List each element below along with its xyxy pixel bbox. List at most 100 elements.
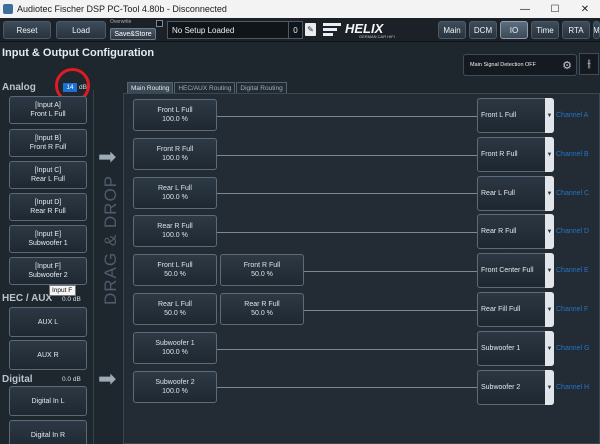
equalizer-icon[interactable]: ⫲ [579, 53, 599, 75]
input-b-name: [Input B] [34, 135, 62, 142]
maximize-button[interactable]: ☐ [540, 0, 570, 18]
input-b-label: Front R Full [29, 144, 67, 151]
chevron-down-icon[interactable]: ▼ [545, 331, 554, 366]
drag-drop-label: DRAG & DROP [101, 174, 120, 306]
output-channel-e[interactable]: Front Center Full [477, 253, 554, 288]
source-percent: 50.0 % [251, 310, 273, 317]
input-f-name: [Input F] [35, 263, 61, 270]
input-a-label: Front L Full [30, 111, 66, 118]
output-channel-g[interactable]: Subwoofer 1 [477, 331, 554, 366]
output-channel-d[interactable]: Rear R Full [477, 214, 554, 249]
channel-g-label: Channel G [556, 345, 590, 352]
source-rear-r-full-50[interactable]: Rear R Full 50.0 % [220, 293, 304, 325]
tab-main-routing[interactable]: Main Routing [127, 82, 174, 93]
input-e-button[interactable]: [Input E] Subwoofer 1 [9, 225, 87, 253]
tab-dcm[interactable]: DCM [469, 21, 497, 39]
setup-number: 0 [288, 22, 302, 38]
aux-l-button[interactable]: AUX L [9, 307, 87, 337]
aux-r-button[interactable]: AUX R [9, 340, 87, 370]
source-name: Subwoofer 1 [155, 340, 195, 347]
toolbar: Reset Load Overwrite Save&Store No Setup… [0, 18, 600, 42]
arrow-right-icon: ➡ [98, 366, 117, 391]
output-channel-b[interactable]: Front R Full [477, 137, 554, 172]
main-signal-detection-button[interactable]: Main Signal Detection OFF ⚙ [463, 54, 577, 76]
input-a-button[interactable]: [Input A] Front L Full [9, 96, 87, 124]
setup-name-field[interactable]: No Setup Loaded 0 [167, 21, 303, 39]
input-d-label: Rear R Full [30, 208, 66, 215]
source-percent: 50.0 % [164, 310, 186, 317]
chevron-down-icon[interactable]: ▼ [545, 214, 554, 249]
input-f-button[interactable]: [Input F] Subwoofer 2 [9, 257, 87, 285]
minimize-button[interactable]: — [510, 0, 540, 18]
source-front-r-full[interactable]: Front R Full 100.0 % [133, 138, 217, 170]
output-channel-c[interactable]: Rear L Full [477, 176, 554, 211]
channel-d-label: Channel D [556, 228, 590, 235]
logo-subtext: GERMAN CAR HIFI [359, 34, 395, 39]
main-signal-detection-label: Main Signal Detection OFF [470, 62, 537, 68]
output-channel-a[interactable]: Front L Full [477, 98, 554, 133]
input-e-name: [Input E] [34, 231, 62, 238]
source-front-l-full[interactable]: Front L Full 100.0 % [133, 99, 217, 131]
input-a-name: [Input A] [35, 102, 61, 109]
output-channel-f[interactable]: Rear Fill Full [477, 292, 554, 327]
tab-digital-routing[interactable]: Digital Routing [236, 82, 287, 93]
tab-io[interactable]: IO [500, 21, 528, 39]
hec-aux-heading: HEC / AUX [2, 293, 53, 304]
hec-aux-gain[interactable]: 0.0 dB [62, 296, 81, 303]
analog-heading: Analog [2, 82, 36, 93]
app-window: Audiotec Fischer DSP PC-Tool 4.80b - Dis… [0, 0, 600, 444]
digital-in-r-button[interactable]: Digital In R [9, 420, 87, 444]
input-b-button[interactable]: [Input B] Front R Full [9, 129, 87, 157]
channel-h-label: Channel H [556, 384, 590, 391]
tab-hec-aux-routing[interactable]: HEC/AUX Routing [174, 82, 236, 93]
tab-rta[interactable]: RTA [562, 21, 590, 39]
route-line [217, 116, 478, 117]
route-line [217, 155, 478, 156]
chevron-down-icon[interactable]: ▼ [545, 98, 554, 133]
close-button[interactable]: ✕ [570, 0, 600, 18]
overwrite-label: Overwrite [110, 19, 132, 25]
source-name: Front R Full [156, 146, 194, 153]
digital-in-l-button[interactable]: Digital In L [9, 386, 87, 416]
input-c-button[interactable]: [Input C] Rear L Full [9, 161, 87, 189]
tab-more[interactable]: M [593, 21, 600, 39]
reset-button[interactable]: Reset [3, 21, 51, 39]
title-bar: Audiotec Fischer DSP PC-Tool 4.80b - Dis… [0, 0, 600, 18]
digital-gain[interactable]: 0.0 dB [62, 376, 81, 383]
gear-icon[interactable]: ⚙ [562, 59, 572, 72]
chevron-down-icon[interactable]: ▼ [545, 137, 554, 172]
chevron-down-icon[interactable]: ▼ [545, 176, 554, 211]
source-name: Rear R Full [157, 223, 193, 230]
route-line [217, 193, 478, 194]
chevron-down-icon[interactable]: ▼ [545, 253, 554, 288]
source-subwoofer-1[interactable]: Subwoofer 1 100.0 % [133, 332, 217, 364]
chevron-down-icon[interactable]: ▼ [545, 370, 554, 405]
app-icon [3, 4, 13, 14]
source-name: Front L Full [157, 107, 193, 114]
load-button[interactable]: Load [56, 21, 106, 39]
save-store-button[interactable]: Save&Store [110, 28, 156, 40]
source-percent: 50.0 % [251, 271, 273, 278]
route-line [304, 310, 478, 311]
source-rear-l-full-50[interactable]: Rear L Full 50.0 % [133, 293, 217, 325]
chevron-down-icon[interactable]: ▼ [545, 292, 554, 327]
source-front-r-full-50[interactable]: Front R Full 50.0 % [220, 254, 304, 286]
source-subwoofer-2[interactable]: Subwoofer 2 100.0 % [133, 371, 217, 403]
channel-a-label: Channel A [556, 112, 589, 119]
input-d-button[interactable]: [Input D] Rear R Full [9, 193, 87, 221]
output-channel-h[interactable]: Subwoofer 2 [477, 370, 554, 405]
source-front-l-full-50[interactable]: Front L Full 50.0 % [133, 254, 217, 286]
source-percent: 100.0 % [162, 349, 188, 356]
route-line [217, 387, 478, 388]
channel-f-label: Channel F [556, 306, 589, 313]
input-d-name: [Input D] [34, 199, 62, 206]
setup-edit-icon[interactable]: ✎ [305, 23, 316, 36]
input-f-label: Subwoofer 2 [28, 272, 68, 279]
tab-time[interactable]: Time [531, 21, 559, 39]
source-rear-r-full[interactable]: Rear R Full 100.0 % [133, 215, 217, 247]
source-percent: 100.0 % [162, 194, 188, 201]
tooltip: Input F [49, 285, 76, 296]
overwrite-checkbox[interactable] [156, 20, 163, 27]
tab-main[interactable]: Main [438, 21, 466, 39]
source-rear-l-full[interactable]: Rear L Full 100.0 % [133, 177, 217, 209]
